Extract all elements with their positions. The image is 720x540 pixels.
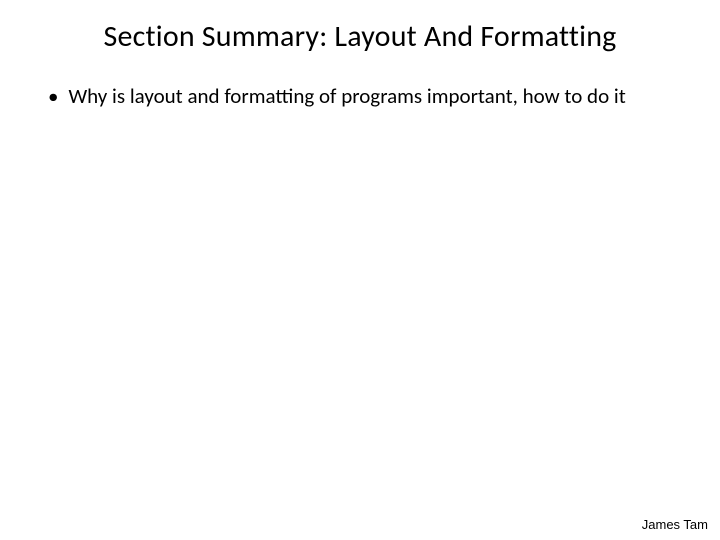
bullet-text: Why is layout and formatting of programs… [68, 83, 680, 109]
bullet-marker-icon: • [48, 83, 58, 109]
bullet-item: • Why is layout and formatting of progra… [48, 83, 680, 109]
slide-container: Section Summary: Layout And Formatting •… [0, 0, 720, 540]
slide-content: • Why is layout and formatting of progra… [40, 83, 680, 109]
footer-author: James Tam [642, 517, 708, 532]
slide-title: Section Summary: Layout And Formatting [40, 18, 680, 55]
